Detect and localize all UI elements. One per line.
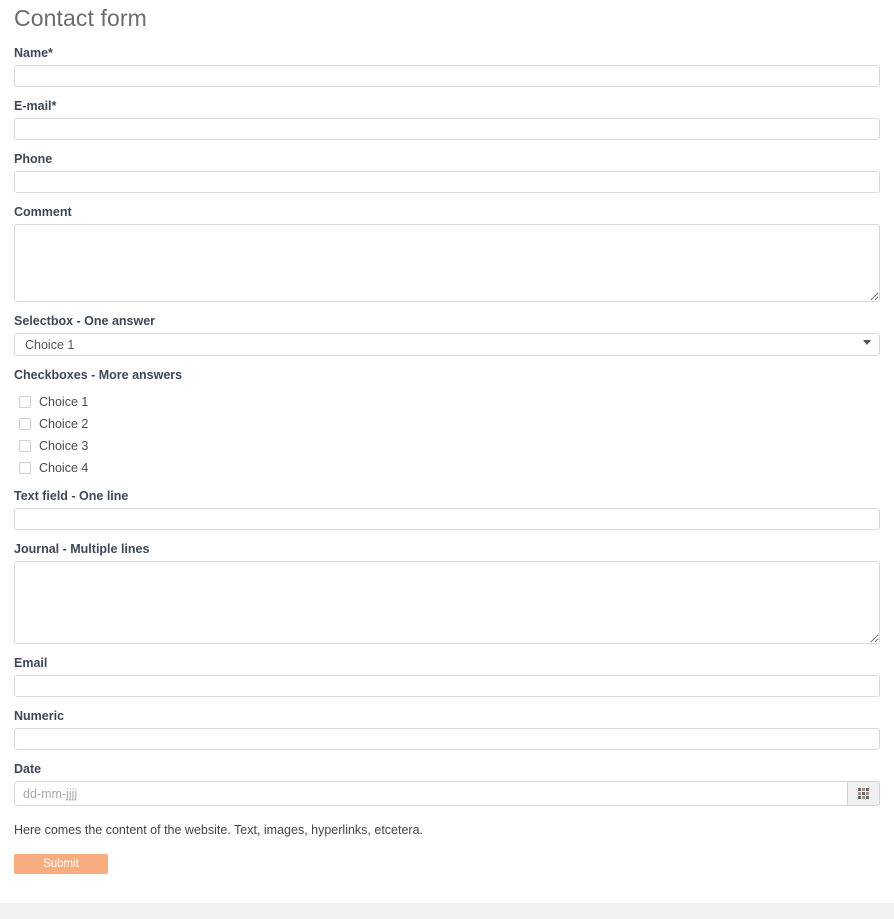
comment-label: Comment	[14, 205, 72, 219]
phone-label: Phone	[14, 152, 53, 166]
journal-label: Journal - Multiple lines	[14, 542, 150, 556]
checkboxes-label: Checkboxes - More answers	[14, 368, 183, 382]
selectbox-one-answer[interactable]: Choice 1	[14, 333, 880, 356]
date-input[interactable]	[14, 781, 847, 806]
checkbox-label: Choice 4	[39, 461, 89, 475]
phone-input[interactable]	[14, 171, 880, 193]
checkbox-label: Choice 3	[39, 439, 89, 453]
checkbox-choice-3[interactable]	[19, 440, 31, 452]
calendar-icon	[858, 788, 869, 799]
text-field-label: Text field - One line	[14, 489, 129, 503]
footer-strip	[0, 903, 894, 919]
journal-textarea[interactable]	[14, 561, 880, 644]
checkbox-choice-1[interactable]	[19, 396, 31, 408]
name-label: Name*	[14, 46, 53, 60]
checkbox-label: Choice 1	[39, 395, 89, 409]
checkbox-choice-4[interactable]	[19, 462, 31, 474]
date-picker-button[interactable]	[847, 781, 880, 806]
checkbox-row[interactable]: Choice 3	[14, 435, 880, 457]
selectbox-label: Selectbox - One answer	[14, 314, 156, 328]
checkbox-label: Choice 2	[39, 417, 89, 431]
checkbox-list: Choice 1 Choice 2 Choice 3 Choice 4	[14, 391, 880, 479]
contact-form-page: Contact form Name* E-mail* Phone Comment…	[0, 0, 894, 903]
selectbox-wrapper: Choice 1	[14, 333, 880, 356]
checkbox-row[interactable]: Choice 1	[14, 391, 880, 413]
checkbox-row[interactable]: Choice 2	[14, 413, 880, 435]
email-label: Email	[14, 656, 48, 670]
date-label: Date	[14, 762, 42, 776]
checkbox-row[interactable]: Choice 4	[14, 457, 880, 479]
content-text: Here comes the content of the website. T…	[14, 823, 424, 837]
email-input[interactable]	[14, 675, 880, 697]
submit-button[interactable]: Submit	[14, 854, 108, 874]
checkbox-choice-2[interactable]	[19, 418, 31, 430]
name-input[interactable]	[14, 65, 880, 87]
numeric-input[interactable]	[14, 728, 880, 750]
email-required-input[interactable]	[14, 118, 880, 140]
page-title: Contact form	[14, 5, 147, 31]
text-field-input[interactable]	[14, 508, 880, 530]
comment-textarea[interactable]	[14, 224, 880, 302]
numeric-label: Numeric	[14, 709, 65, 723]
date-input-group	[14, 781, 880, 806]
email-required-label: E-mail*	[14, 99, 57, 113]
